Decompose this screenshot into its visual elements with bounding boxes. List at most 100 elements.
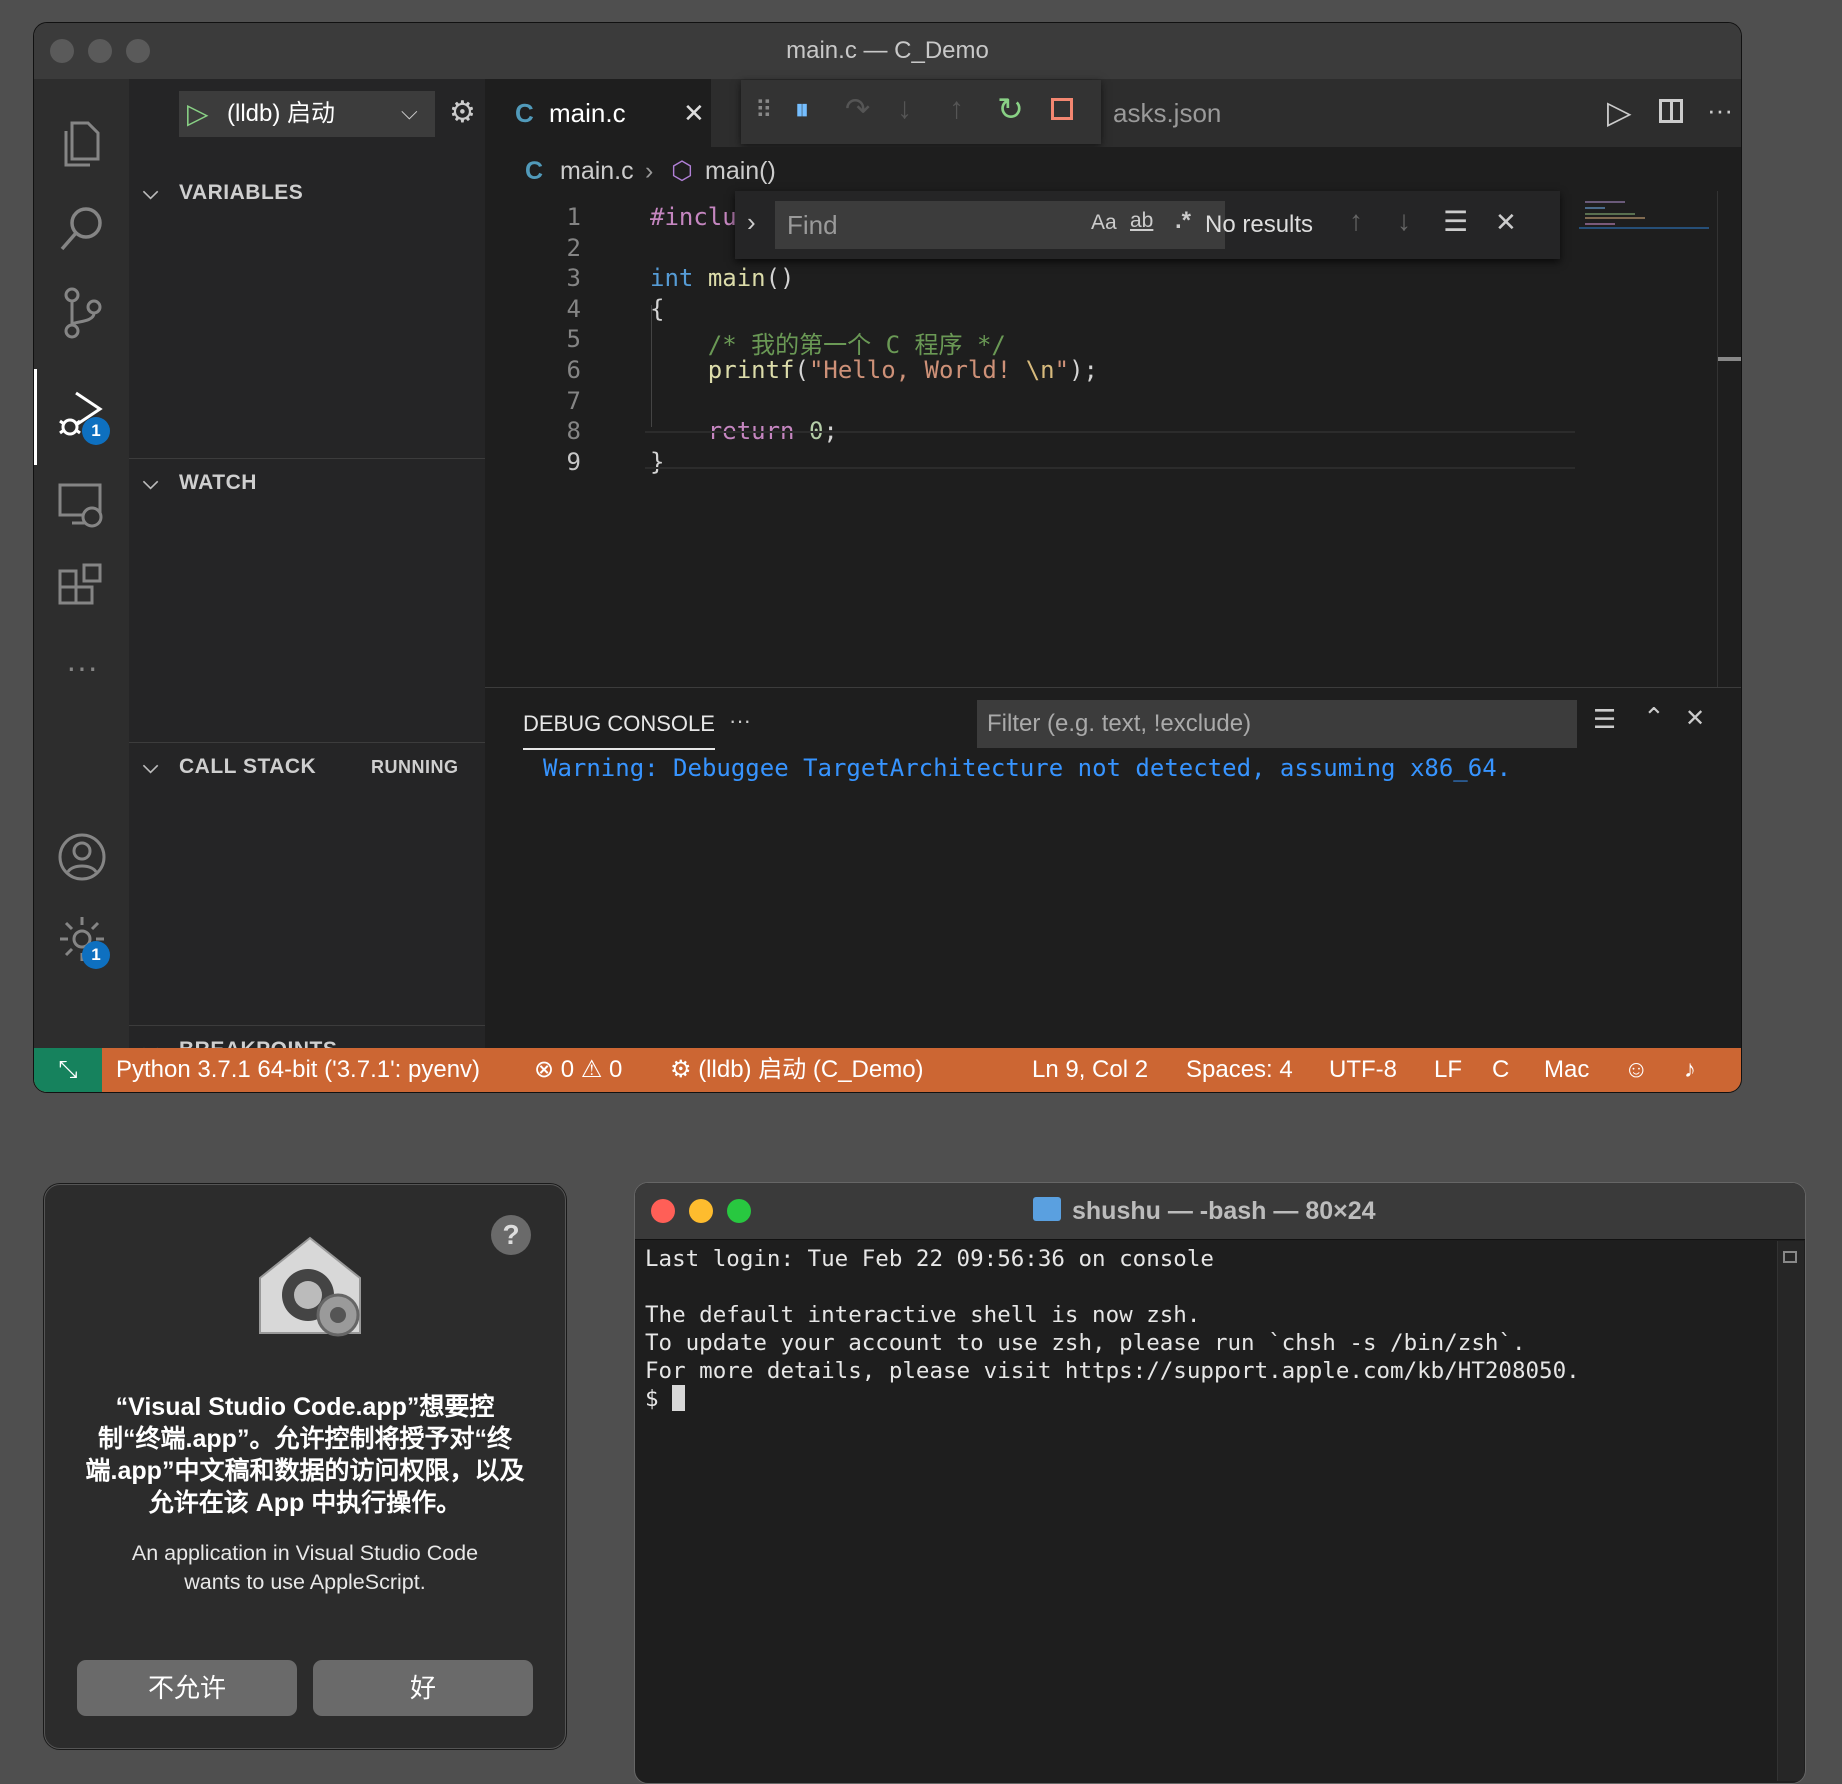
toggle-replace-icon[interactable]: › xyxy=(747,207,756,238)
step-into-icon[interactable]: ↓ xyxy=(897,92,912,126)
terminal-scrollbar[interactable] xyxy=(1777,1241,1804,1781)
remote-icon: ⤡ xyxy=(58,1056,78,1083)
next-match-icon[interactable]: ↓ xyxy=(1397,205,1411,237)
dialog-title: “Visual Studio Code.app”想要控制“终端.app”。允许控… xyxy=(85,1393,525,1517)
explorer-icon[interactable] xyxy=(54,115,110,171)
run-file-icon[interactable]: ▷ xyxy=(1607,93,1632,131)
source-control-icon[interactable] xyxy=(54,285,110,341)
chevron-down-icon: ⌵ xyxy=(143,756,159,778)
find-input[interactable] xyxy=(775,201,1225,249)
encoding[interactable]: UTF-8 xyxy=(1329,1048,1397,1092)
clear-console-icon[interactable]: ☰ xyxy=(1593,704,1616,735)
manage-gear-icon[interactable]: 1 xyxy=(54,911,110,969)
search-icon[interactable] xyxy=(54,201,110,257)
zoom-window-button[interactable] xyxy=(727,1199,751,1223)
language-mode[interactable]: C xyxy=(1492,1048,1509,1092)
extensions-icon[interactable] xyxy=(54,561,110,617)
pause-icon[interactable]: ⏸ xyxy=(795,94,809,127)
code-token: main xyxy=(707,264,766,293)
end-of-line[interactable]: LF xyxy=(1434,1048,1462,1092)
console-filter-input[interactable] xyxy=(977,700,1577,748)
step-out-icon[interactable]: ↑ xyxy=(949,92,964,126)
tab-main-c[interactable]: C main.c ✕ xyxy=(485,79,711,147)
tab-label: main.c xyxy=(549,98,626,128)
terminal-cursor xyxy=(672,1385,686,1411)
call-stack-status: RUNNING xyxy=(371,757,459,777)
minimize-window-button[interactable] xyxy=(689,1199,713,1223)
variables-section-header[interactable]: ⌵ VARIABLES xyxy=(129,171,485,215)
scrollbar[interactable] xyxy=(1717,191,1741,687)
ok-button[interactable]: 好 xyxy=(313,1660,533,1716)
start-debug-icon[interactable]: ▷ xyxy=(187,91,209,137)
code-token: "Hello, World! xyxy=(808,356,1026,384)
remote-explorer-icon[interactable] xyxy=(54,477,110,533)
cursor-position[interactable]: Ln 9, Col 2 xyxy=(1032,1048,1148,1092)
notifications-bell-icon[interactable]: ♪ xyxy=(1684,1048,1696,1092)
previous-match-icon[interactable]: ↑ xyxy=(1349,205,1363,237)
status-bar: ⤡ Python 3.7.1 64-bit ('3.7.1': pyenv) ⊗… xyxy=(34,1048,1741,1092)
divider xyxy=(129,742,485,743)
remote-indicator[interactable]: ⤡ xyxy=(34,1048,102,1092)
run-debug-icon[interactable]: 1 xyxy=(54,387,110,445)
platform-indicator[interactable]: Mac xyxy=(1544,1048,1589,1092)
code-line[interactable]: { xyxy=(650,295,664,323)
maximize-panel-icon[interactable]: ⌃ xyxy=(1643,702,1665,733)
debug-session-indicator[interactable]: ⚙ (lldb) 启动 (C_Demo) xyxy=(670,1048,924,1092)
watch-section-header[interactable]: ⌵ WATCH xyxy=(129,461,485,505)
code-line[interactable]: printf("Hello, World! \n"); xyxy=(650,356,1098,384)
indent-guide xyxy=(651,305,652,427)
close-window-button[interactable] xyxy=(50,39,74,63)
call-stack-section-header[interactable]: ⌵ CALL STACK RUNNING xyxy=(129,745,485,789)
tab-debug-console[interactable]: DEBUG CONSOLE xyxy=(523,702,715,750)
breadcrumb-file[interactable]: main.c xyxy=(560,147,634,195)
find-widget: › Aa ab .* No results ↑ ↓ ☰ ✕ xyxy=(735,191,1560,259)
help-button[interactable]: ? xyxy=(491,1215,531,1255)
terminal-line: For more details, please visit https://s… xyxy=(645,1358,1580,1384)
more-icon[interactable]: ··· xyxy=(54,647,110,703)
stop-icon[interactable] xyxy=(1051,98,1073,120)
close-tab-icon[interactable]: ✕ xyxy=(683,79,705,147)
deny-button[interactable]: 不允许 xyxy=(77,1660,297,1716)
code-line[interactable]: #inclu xyxy=(650,203,737,231)
more-actions-icon[interactable]: ··· xyxy=(1707,95,1733,126)
find-in-selection-icon[interactable]: ☰ xyxy=(1443,205,1468,238)
terminal-output[interactable]: Last login: Tue Feb 22 09:56:36 on conso… xyxy=(645,1245,1775,1413)
manage-badge: 1 xyxy=(82,941,110,969)
problems-indicator[interactable]: ⊗ 0 ⚠ 0 xyxy=(534,1048,622,1092)
line-number: 3 xyxy=(566,264,581,293)
code-token: () xyxy=(765,264,795,293)
code-line[interactable]: int main() xyxy=(650,264,795,292)
line-number: 8 xyxy=(566,417,581,446)
minimize-window-button[interactable] xyxy=(88,39,112,63)
match-case-toggle[interactable]: Aa xyxy=(1091,211,1117,235)
code-token: #inclu xyxy=(650,203,737,231)
panel-more-icon[interactable]: ··· xyxy=(729,708,751,734)
run-debug-badge: 1 xyxy=(82,417,110,445)
indentation[interactable]: Spaces: 4 xyxy=(1186,1048,1293,1092)
close-window-button[interactable] xyxy=(651,1199,675,1223)
line-number: 4 xyxy=(566,294,581,323)
close-find-icon[interactable]: ✕ xyxy=(1495,207,1517,238)
restart-icon[interactable]: ↻ xyxy=(997,90,1024,128)
code-token: { xyxy=(650,294,665,323)
launch-settings-gear-icon[interactable]: ⚙ xyxy=(449,95,476,130)
close-panel-icon[interactable]: ✕ xyxy=(1685,704,1705,733)
line-number: 1 xyxy=(566,203,581,231)
account-icon[interactable] xyxy=(54,829,110,885)
step-over-icon[interactable]: ↷ xyxy=(845,92,870,127)
python-interpreter[interactable]: Python 3.7.1 64-bit ('3.7.1': pyenv) xyxy=(116,1048,480,1092)
zoom-window-button[interactable] xyxy=(126,39,150,63)
feedback-icon[interactable]: ☺ xyxy=(1624,1048,1649,1092)
regex-toggle[interactable]: .* xyxy=(1175,207,1191,235)
drag-handle-icon[interactable]: ⠿ xyxy=(755,96,773,125)
breadcrumb-symbol[interactable]: main() xyxy=(705,147,776,195)
split-editor-icon[interactable] xyxy=(1659,99,1683,123)
whole-word-toggle[interactable]: ab xyxy=(1130,209,1153,233)
divider xyxy=(129,1025,485,1026)
warning-icon: ⚠ xyxy=(580,1056,603,1083)
minimap[interactable] xyxy=(1575,195,1715,687)
terminal-titlebar: shushu — -bash — 80×24 xyxy=(635,1183,1805,1240)
launch-config-select[interactable]: ▷ (lldb) 启动 ⌵ xyxy=(179,91,435,137)
